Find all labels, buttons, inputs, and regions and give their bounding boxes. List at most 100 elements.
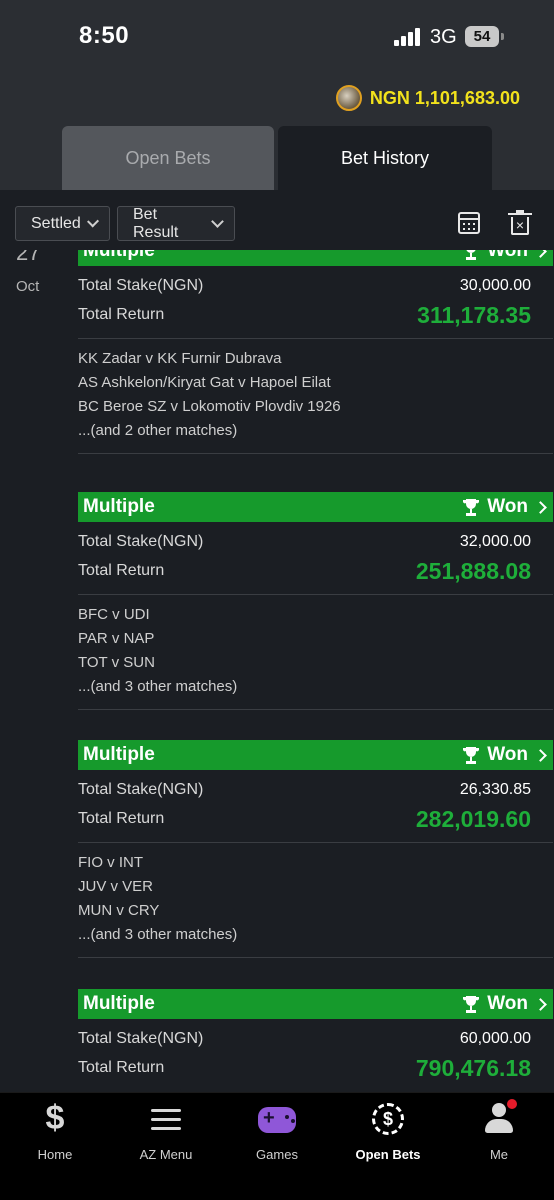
- total-return-value: 790,476.18: [415, 1054, 531, 1081]
- total-stake-row: Total Stake(NGN) 60,000.00: [78, 1027, 553, 1051]
- match-list: FIO v INT JUV v VER MUN v CRY ...(and 3 …: [78, 843, 553, 957]
- battery-tip: [501, 33, 504, 40]
- chevron-right-icon: [534, 500, 547, 514]
- bottom-navigation: $ Home AZ Menu Games $ Open Bets Me: [0, 1092, 554, 1200]
- total-return-row: Total Return 251,888.08: [78, 554, 553, 588]
- bet-status: Won: [461, 993, 547, 1015]
- chevron-right-icon: [534, 997, 547, 1011]
- bet-card-header[interactable]: Multiple Won: [78, 989, 553, 1019]
- total-return-label: Total Return: [78, 1059, 165, 1076]
- bet-card[interactable]: Multiple Won Total Stake(NGN) 26,330.85 …: [78, 740, 553, 958]
- balance-amount: NGN 1,101,683.00: [369, 87, 520, 108]
- match-list: BFC v UDI PAR v NAP TOT v SUN ...(and 3 …: [78, 595, 553, 709]
- settled-filter-label: Settled: [31, 214, 81, 232]
- date-month: Oct: [16, 278, 40, 295]
- list-item: MUN v CRY: [78, 902, 160, 919]
- notification-dot: [507, 1099, 517, 1109]
- chevron-right-icon: [534, 748, 547, 762]
- list-item: PAR v NAP: [78, 630, 155, 647]
- divider: [78, 957, 553, 958]
- list-item: ...(and 3 other matches): [78, 678, 238, 695]
- account-balance[interactable]: NGN 1,101,683.00: [335, 85, 520, 111]
- total-return-value: 311,178.35: [417, 301, 531, 328]
- total-stake-row: Total Stake(NGN) 26,330.85: [78, 778, 553, 802]
- trophy-icon: [463, 747, 480, 764]
- trophy-icon: [463, 499, 480, 516]
- nav-label: Home: [37, 1147, 73, 1162]
- chevron-right-icon: [534, 250, 547, 258]
- total-stake-label: Total Stake(NGN): [78, 1030, 204, 1047]
- total-return-row: Total Return 311,178.35: [78, 298, 553, 332]
- bet-status-label: Won: [487, 250, 528, 261]
- bet-card-header[interactable]: Multiple Won: [78, 740, 553, 770]
- total-stake-value: 32,000.00: [459, 533, 531, 550]
- total-stake-value: 30,000.00: [459, 277, 531, 294]
- bet-status: Won: [461, 250, 547, 262]
- list-item: ...(and 2 other matches): [78, 422, 238, 439]
- list-item: AS Ashkelon/Kiryat Gat v Hapoel Eilat: [78, 374, 331, 391]
- delete-icon[interactable]: ×: [508, 210, 532, 235]
- total-stake-row: Total Stake(NGN) 32,000.00: [78, 530, 553, 554]
- bet-card[interactable]: Multiple Won Total Stake(NGN) 30,000.00 …: [78, 250, 553, 454]
- bet-card-header[interactable]: Multiple Won: [78, 492, 553, 522]
- gamepad-icon: [258, 1107, 296, 1133]
- open-bets-icon: $: [372, 1103, 404, 1135]
- status-bar: 8:50 3G 54: [0, 0, 554, 76]
- total-stake-label: Total Stake(NGN): [78, 533, 204, 550]
- total-return-label: Total Return: [78, 810, 165, 827]
- nav-label: Games: [256, 1147, 298, 1162]
- nav-label: AZ Menu: [139, 1147, 193, 1162]
- bet-type: Multiple: [83, 250, 155, 261]
- trophy-icon: [466, 250, 477, 260]
- nav-open-bets[interactable]: $ Open Bets: [333, 1101, 443, 1163]
- total-stake-row: Total Stake(NGN) 30,000.00: [78, 274, 553, 298]
- list-item: TOT v SUN: [78, 654, 155, 671]
- total-return-label: Total Return: [78, 306, 165, 323]
- nav-label: Open Bets: [355, 1147, 421, 1162]
- list-item: BC Beroe SZ v Lokomotiv Plovdiv 1926: [78, 398, 341, 415]
- bet-history-list[interactable]: 27 Oct Multiple Won Total Stake(NGN) 30,…: [0, 250, 554, 1092]
- bet-status-label: Won: [487, 744, 528, 765]
- bet-type: Multiple: [83, 744, 155, 765]
- nav-home[interactable]: $ Home: [0, 1099, 110, 1163]
- list-item: ...(and 3 other matches): [78, 926, 238, 943]
- chevron-down-icon: [86, 214, 99, 228]
- user-icon: [483, 1099, 517, 1135]
- bet-card[interactable]: Multiple Won Total Stake(NGN) 60,000.00 …: [78, 989, 553, 1085]
- settled-filter-dropdown[interactable]: Settled: [15, 206, 110, 241]
- cellular-signal-icon: [394, 28, 422, 46]
- nav-me[interactable]: Me: [444, 1099, 554, 1163]
- bet-type: Multiple: [83, 496, 155, 517]
- avatar: [335, 85, 362, 111]
- total-stake-value: 60,000.00: [459, 1030, 531, 1047]
- nav-games[interactable]: Games: [222, 1101, 332, 1163]
- bet-status: Won: [461, 744, 547, 766]
- tab-open-bets[interactable]: Open Bets: [62, 126, 274, 190]
- match-list: KK Zadar v KK Furnir Dubrava AS Ashkelon…: [78, 339, 553, 453]
- trophy-icon: [463, 996, 480, 1013]
- bet-card-header[interactable]: Multiple Won: [78, 250, 553, 266]
- status-time: 8:50: [79, 22, 130, 49]
- battery-icon: 54: [465, 26, 499, 47]
- date-day: 27: [16, 250, 41, 265]
- total-return-row: Total Return 790,476.18: [78, 1051, 553, 1085]
- nav-label: Me: [489, 1147, 509, 1162]
- total-stake-label: Total Stake(NGN): [78, 277, 204, 294]
- total-stake-label: Total Stake(NGN): [78, 781, 204, 798]
- home-s-logo-icon: $: [45, 1099, 65, 1137]
- chevron-down-icon: [211, 214, 224, 228]
- bet-card[interactable]: Multiple Won Total Stake(NGN) 32,000.00 …: [78, 492, 553, 710]
- calendar-icon[interactable]: [458, 212, 480, 234]
- total-return-value: 251,888.08: [415, 557, 531, 584]
- tab-bet-history[interactable]: Bet History: [278, 126, 492, 190]
- total-return-row: Total Return 282,019.60: [78, 802, 553, 836]
- bet-result-filter-dropdown[interactable]: Bet Result: [117, 206, 235, 241]
- total-return-label: Total Return: [78, 562, 165, 579]
- bet-status: Won: [461, 496, 547, 518]
- menu-icon: [151, 1109, 181, 1131]
- list-item: BFC v UDI: [78, 606, 150, 623]
- divider: [78, 453, 553, 454]
- nav-az-menu[interactable]: AZ Menu: [111, 1101, 221, 1163]
- total-return-value: 282,019.60: [415, 805, 531, 832]
- list-item: JUV v VER: [78, 878, 154, 895]
